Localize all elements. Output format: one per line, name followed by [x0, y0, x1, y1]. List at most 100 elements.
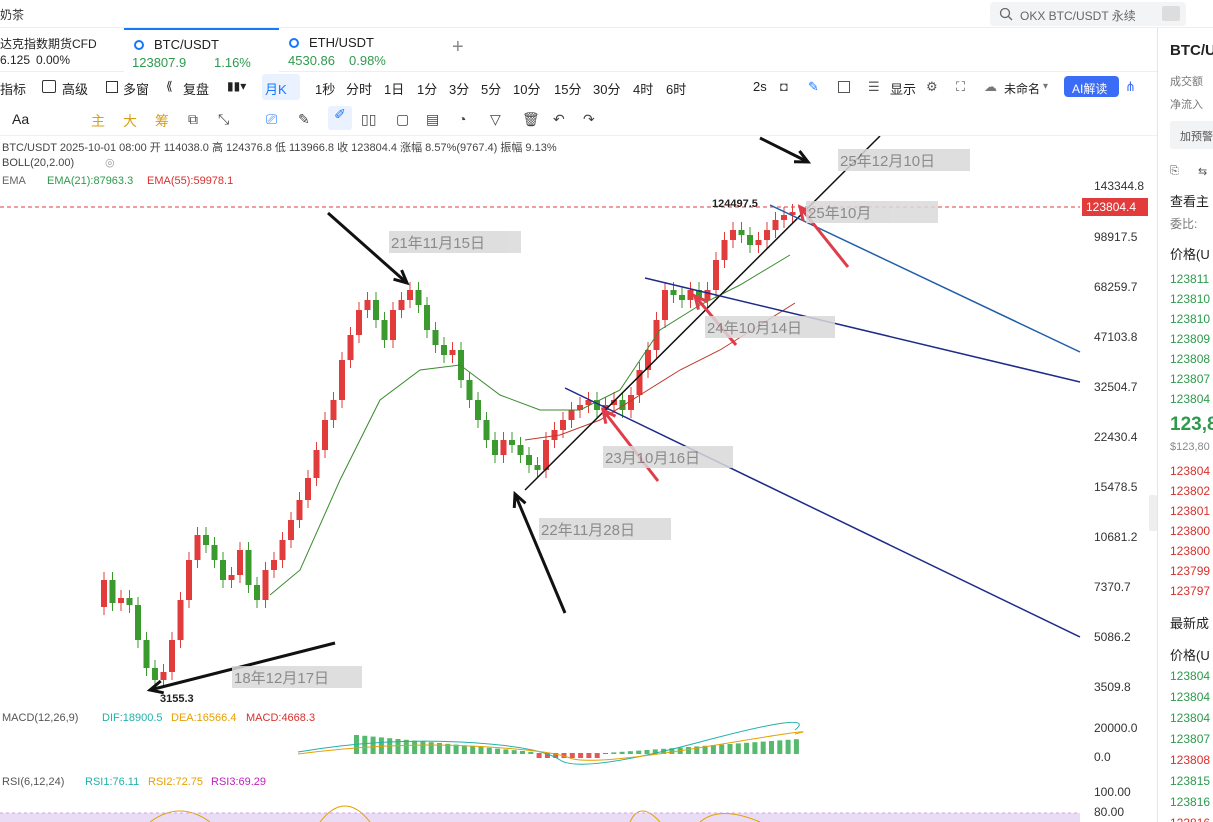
magnet-icon[interactable]: ◔: [458, 111, 466, 127]
ask-price: 123808: [1170, 352, 1211, 366]
ruler-icon[interactable]: ⤡: [218, 111, 229, 128]
pen-icon[interactable]: ✎: [808, 79, 819, 95]
candle-body: [483, 420, 490, 440]
annotation-label[interactable]: 21年11月15日: [389, 231, 521, 253]
macd-bar: [744, 742, 750, 754]
tab-value: 6.125: [0, 53, 31, 67]
fullscreen-icon[interactable]: ⛶: [956, 79, 965, 95]
font-size-button[interactable]: Aa: [12, 111, 29, 127]
candle-body: [313, 450, 320, 478]
main-indicator-button[interactable]: 主: [91, 111, 105, 131]
candle-body: [279, 540, 286, 560]
select-icon[interactable]: ⎚: [266, 111, 277, 128]
brush-icon[interactable]: ✎: [298, 111, 310, 128]
macd-bar: [627, 751, 633, 754]
lock-icon[interactable]: ▢: [396, 111, 409, 128]
panel-icon[interactable]: ⇆: [1198, 165, 1207, 178]
indicators-button[interactable]: 指标: [0, 79, 26, 98]
magic-icon[interactable]: ⧉: [188, 111, 198, 128]
trash-icon[interactable]: 🗑︎: [522, 111, 540, 128]
bid-price: 123799: [1170, 564, 1211, 578]
macd-bar: [710, 745, 716, 754]
macd-bar: [478, 747, 484, 754]
refresh-rate[interactable]: 2s: [753, 79, 767, 94]
period-monthly[interactable]: 月K: [265, 79, 287, 98]
note-icon[interactable]: ▤: [426, 111, 439, 128]
candle-body: [228, 575, 235, 580]
macd-bar: [520, 751, 525, 754]
macd-bar: [636, 750, 642, 754]
period-3m[interactable]: 3分: [449, 79, 469, 98]
settings-list-icon[interactable]: ☰: [868, 79, 880, 95]
arrow-line: [759, 136, 809, 164]
candle-body: [101, 580, 107, 607]
crop-icon[interactable]: [838, 81, 850, 93]
camera-icon[interactable]: ◘: [780, 79, 788, 94]
period-1s[interactable]: 1秒: [315, 79, 335, 98]
advanced-button[interactable]: 高级: [62, 79, 88, 98]
undo-icon[interactable]: ↶: [553, 111, 565, 128]
eye-icon[interactable]: ◎: [105, 156, 115, 169]
drawing-toolbar: Aa 主 大 筹 ⧉ ⤡ ⎚ ✎ ✐ ▯▯ ▢ ▤ ◔ ▽ 🗑︎ ↶ ↷: [0, 102, 1157, 136]
panel-icon[interactable]: ⎘: [1170, 165, 1179, 178]
candle-body: [152, 668, 158, 680]
annotation-label[interactable]: 25年12月10日: [838, 149, 970, 171]
period-1m[interactable]: 1分: [417, 79, 437, 98]
tab-eth-usdt[interactable]: ETH/USDT 4530.86 0.98%: [285, 28, 435, 72]
macd-bar: [603, 753, 608, 754]
candle-body: [381, 320, 388, 340]
price-tick: 7370.7: [1094, 580, 1131, 594]
period-6h[interactable]: 6时: [666, 79, 686, 98]
draw-line-icon[interactable]: ✐: [328, 106, 352, 130]
tab-nasdaq[interactable]: 达克指数期货CFD 6.125 0.00%: [0, 28, 122, 72]
chart-type-icon[interactable]: ▮▮▾: [227, 79, 246, 93]
period-1d[interactable]: 1日: [384, 79, 404, 98]
annotation-label[interactable]: 18年12月17日: [232, 666, 362, 688]
candles-icon[interactable]: ▯▯: [361, 111, 376, 128]
period-15m[interactable]: 15分: [554, 79, 581, 98]
layout-name[interactable]: 未命名: [1004, 80, 1040, 97]
price-tick: 5086.2: [1094, 630, 1131, 644]
bid-price: 123802: [1170, 484, 1211, 498]
search-box[interactable]: OKX BTC/USDT 永续: [990, 2, 1186, 26]
add-alert-button[interactable]: 加预警: [1170, 121, 1213, 149]
panel-collapse-handle[interactable]: [1149, 495, 1157, 531]
display-button[interactable]: 显示: [890, 79, 916, 98]
redo-icon[interactable]: ↷: [583, 111, 595, 128]
candle-body: [772, 220, 779, 230]
macd-bar: [793, 739, 799, 754]
annotation-label[interactable]: 25年10月: [806, 201, 938, 223]
annotation-label[interactable]: 22年11月28日: [539, 518, 671, 540]
candle-body: [373, 300, 379, 320]
period-10m[interactable]: 10分: [513, 79, 540, 98]
replay-icon: ⟪: [166, 79, 173, 93]
multi-window-button[interactable]: 多窗: [123, 79, 149, 98]
window-title: 奶茶: [0, 8, 25, 22]
share-icon[interactable]: ⋔: [1125, 79, 1136, 95]
annotation-label[interactable]: 23月10月16日: [603, 446, 733, 468]
tab-name: BTC/USDT: [154, 37, 219, 52]
period-30m[interactable]: 30分: [593, 79, 620, 98]
replay-button[interactable]: 复盘: [183, 79, 209, 98]
low-mark: 3155.3: [160, 693, 194, 705]
filter-icon[interactable]: ▽: [490, 111, 501, 128]
volume-label: 成交额: [1170, 76, 1203, 88]
ai-interpret-button[interactable]: AI解读: [1072, 80, 1107, 97]
period-4h[interactable]: 4时: [633, 79, 653, 98]
price-header: 价格(U: [1170, 247, 1210, 262]
add-tab-button[interactable]: +: [452, 36, 464, 59]
tab-btc-usdt[interactable]: BTC/USDT 123807.9 1.16%: [124, 28, 279, 72]
macd-bar: [412, 740, 418, 754]
candle-body: [424, 305, 430, 330]
candle-body: [738, 230, 745, 235]
candle-body: [262, 570, 269, 600]
period-5m[interactable]: 5分: [481, 79, 501, 98]
period-timeshare[interactable]: 分时: [346, 79, 372, 98]
gear-icon[interactable]: ⚙: [926, 79, 938, 95]
ema21-line: [269, 254, 791, 596]
candle-body: [670, 290, 677, 295]
big-order-button[interactable]: 大: [123, 111, 137, 131]
chip-button[interactable]: 筹: [155, 111, 169, 131]
tab-icon: [134, 40, 144, 50]
annotation-label[interactable]: 24年10月14日: [705, 316, 835, 338]
